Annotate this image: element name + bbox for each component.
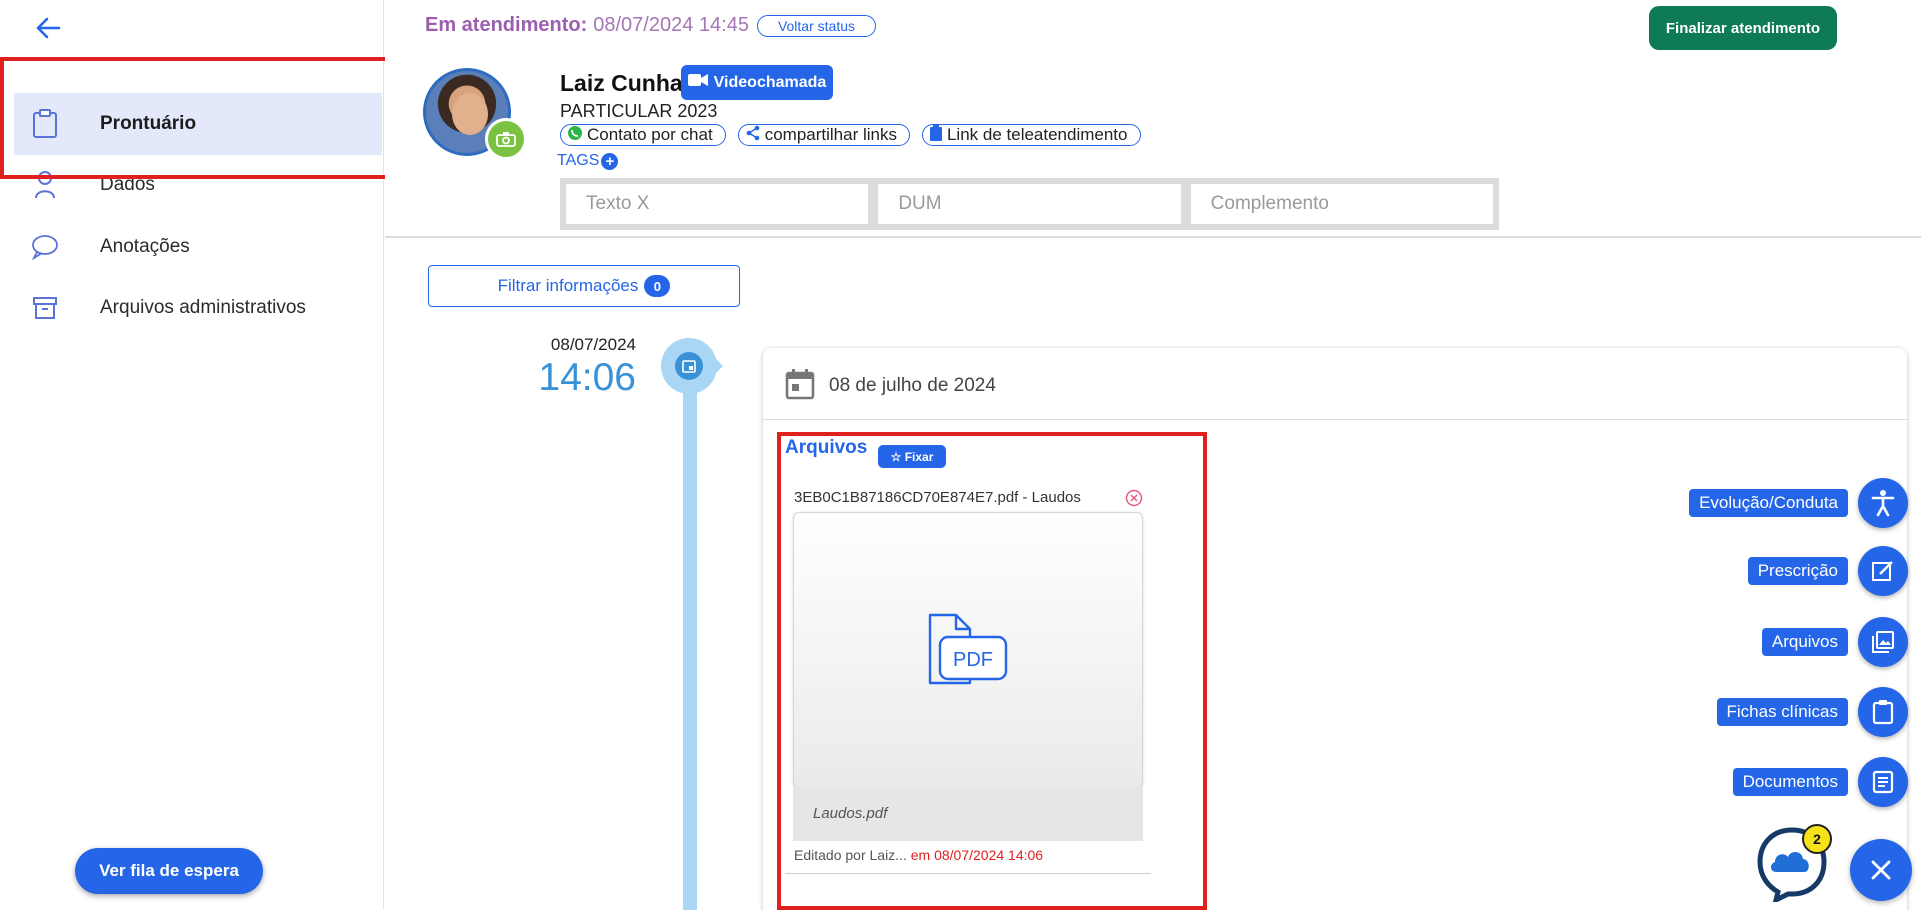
images-icon[interactable] xyxy=(1858,617,1908,667)
clipboard-icon xyxy=(929,124,943,146)
extra-fields xyxy=(560,178,1499,230)
patient-name: Laiz Cunha xyxy=(560,70,683,96)
pdf-file-icon: PDF xyxy=(928,613,1008,685)
close-menu-icon[interactable] xyxy=(1850,839,1912,901)
texto-x-field[interactable] xyxy=(566,184,869,224)
action-fichas-clinicas[interactable]: Fichas clínicas xyxy=(1716,687,1908,737)
sidebar-item-label: Anotações xyxy=(100,236,190,257)
timeline-node xyxy=(661,338,717,394)
back-arrow-icon[interactable] xyxy=(30,10,66,46)
patient-header: Em atendimento: 08/07/2024 14:45 Voltar … xyxy=(385,0,1921,238)
action-arquivos[interactable]: Arquivos xyxy=(1761,617,1908,667)
whatsapp-icon xyxy=(567,125,583,146)
chat-contact-label: Contato por chat xyxy=(587,125,713,144)
card-header: 08 de julho de 2024 xyxy=(763,348,1907,420)
timeline-date: 08/07/2024 xyxy=(550,335,636,354)
divider xyxy=(785,873,1151,874)
filter-count-badge: 0 xyxy=(644,275,671,297)
action-label[interactable]: Prescrição xyxy=(1747,557,1848,585)
chat-bubble-icon xyxy=(30,232,60,262)
filter-label: Filtrar informações xyxy=(497,276,639,295)
clipboard-icon xyxy=(30,109,60,139)
remove-file-icon[interactable] xyxy=(1125,489,1143,507)
insurance-plan: PARTICULAR 2023 xyxy=(560,101,718,121)
sidebar-item-label: Dados xyxy=(100,174,155,195)
video-call-label: Videochamada xyxy=(713,73,827,91)
status-line: Em atendimento: 08/07/2024 14:45 Voltar … xyxy=(425,14,876,37)
calendar-icon xyxy=(785,368,815,405)
person-icon xyxy=(30,170,60,200)
pdf-label: PDF xyxy=(953,649,993,671)
tags-row[interactable]: TAGS + xyxy=(557,152,619,170)
action-prescricao[interactable]: Prescrição xyxy=(1747,546,1908,596)
sidebar-item-label: Prontuário xyxy=(100,113,197,134)
action-label[interactable]: Evolução/Conduta xyxy=(1689,489,1848,517)
file-name: 3EB0C1B87186CD70E874E7.pdf - Laudos xyxy=(794,489,1081,506)
chat-contact-chip[interactable]: Contato por chat xyxy=(560,124,726,146)
share-links-label: compartilhar links xyxy=(764,125,897,144)
avatar-face xyxy=(452,93,488,135)
file-caption-box: Laudos.pdf xyxy=(793,787,1143,841)
pin-button[interactable]: ☆ Fixar xyxy=(878,445,946,468)
action-label[interactable]: Fichas clínicas xyxy=(1716,698,1848,726)
timeline-line xyxy=(683,360,697,910)
sidebar-item-prontuario[interactable]: Prontuário xyxy=(14,93,382,155)
accessibility-icon[interactable] xyxy=(1858,478,1908,528)
edit-note-icon[interactable] xyxy=(1858,546,1908,596)
back-status-button[interactable]: Voltar status xyxy=(756,14,876,37)
card-date-title: 08 de julho de 2024 xyxy=(829,375,996,396)
share-links-chip[interactable]: compartilhar links xyxy=(737,124,910,146)
action-documentos[interactable]: Documentos xyxy=(1732,757,1908,807)
file-preview[interactable]: PDF xyxy=(793,512,1143,788)
finish-appointment-button[interactable]: Finalizar atendimento xyxy=(1649,6,1837,50)
sidebar-item-arquivos-administrativos[interactable]: Arquivos administrativos xyxy=(14,277,382,339)
sidebar-item-dados[interactable]: Dados xyxy=(14,154,382,216)
view-queue-button[interactable]: Ver fila de espera xyxy=(75,848,263,894)
sidebar-item-label: Arquivos administrativos xyxy=(100,297,306,318)
video-call-button[interactable]: Videochamada xyxy=(681,65,833,100)
camera-icon[interactable] xyxy=(485,118,527,160)
file-caption: Laudos.pdf xyxy=(813,805,888,822)
document-icon[interactable] xyxy=(1858,757,1908,807)
calendar-icon xyxy=(675,352,703,380)
sidebar-item-anotacoes[interactable]: Anotações xyxy=(14,216,382,278)
action-evolucao[interactable]: Evolução/Conduta xyxy=(1689,478,1908,528)
share-icon xyxy=(745,125,761,146)
contact-chips: Contato por chat compartilhar links Link… xyxy=(560,124,1141,146)
timeline-arrow xyxy=(713,356,723,376)
telehealth-link-label: Link de teleatendimento xyxy=(946,125,1128,144)
files-title: Arquivos xyxy=(785,437,868,458)
action-label[interactable]: Documentos xyxy=(1732,768,1848,796)
telehealth-link-chip[interactable]: Link de teleatendimento xyxy=(921,124,1141,146)
status-label: Em atendimento: xyxy=(425,14,588,36)
app-root: Prontuário Dados Anotações Arquivos admi… xyxy=(0,0,1921,910)
chat-notification-badge: 2 xyxy=(1802,824,1832,854)
file-edit-info: Editado por Laiz... em 08/07/2024 14:06 xyxy=(794,847,1043,863)
clipboard-icon[interactable] xyxy=(1858,687,1908,737)
tags-label: TAGS xyxy=(557,152,600,169)
complemento-field[interactable] xyxy=(1190,184,1493,224)
sidebar: Prontuário Dados Anotações Arquivos admi… xyxy=(0,0,384,910)
archive-box-icon xyxy=(30,293,60,323)
action-label[interactable]: Arquivos xyxy=(1761,628,1848,656)
timeline-time: 14:06 xyxy=(538,356,636,399)
add-tag-icon[interactable]: + xyxy=(601,152,619,170)
dum-field[interactable] xyxy=(878,184,1181,224)
video-camera-icon xyxy=(687,73,708,92)
filter-info-button[interactable]: Filtrar informações 0 xyxy=(428,265,740,307)
edited-at: em 08/07/2024 14:06 xyxy=(910,847,1044,863)
edited-by: Editado por Laiz... xyxy=(794,847,907,863)
status-datetime: 08/07/2024 14:45 xyxy=(593,14,749,36)
